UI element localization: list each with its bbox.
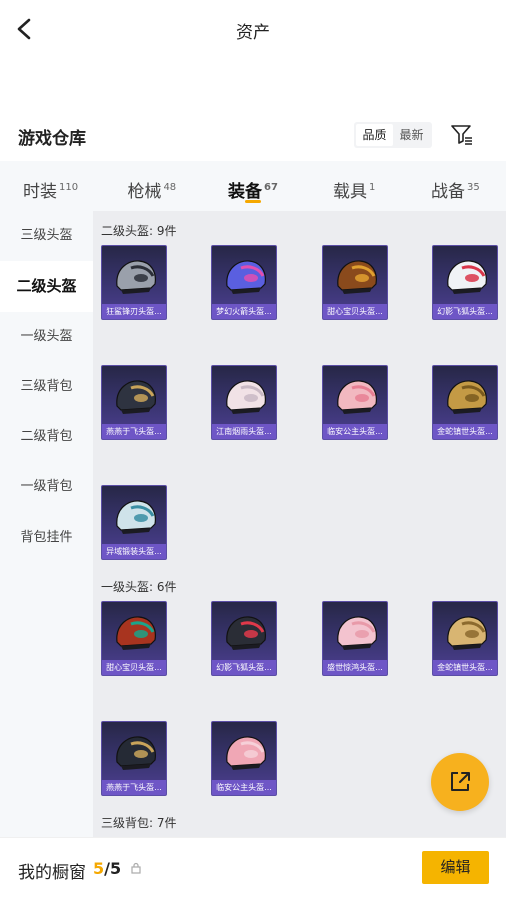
category-tabs: 时装 110 枪械 48 装备 67 载具 1 战备 35 [0, 161, 506, 211]
tab-label: 枪械 [127, 182, 162, 202]
item-card[interactable]: 临安公主头盔... [211, 721, 277, 796]
sidebar-item-4[interactable]: 二级背包 [0, 412, 93, 462]
item-card[interactable]: 金蛇镇世头盔... [432, 601, 498, 676]
item-card[interactable]: 梦幻火箭头盔... [211, 245, 277, 320]
helmet-icon [226, 260, 266, 294]
item-grid: 二级头盔: 9件 狂鲨锋刃头盔... 梦幻火箭头盔... 甜心宝贝头盔... 幻影飞狐头… [93, 211, 506, 837]
item-name: 甜心宝贝头盔... [323, 304, 387, 319]
item-name: 江南烟雨头盔... [212, 424, 276, 439]
helmet-icon [337, 380, 377, 414]
edit-button[interactable]: 编辑 [422, 851, 489, 884]
filter-icon[interactable] [450, 124, 474, 146]
section-title: 一级头盔: 6件 [101, 580, 177, 594]
helmet-icon [116, 616, 156, 650]
tab-1[interactable]: 枪械 48 [101, 161, 202, 211]
tab-label: 战备 [431, 182, 466, 202]
sidebar-item-3[interactable]: 三级背包 [0, 362, 93, 412]
item-name: 盛世惊鸿头盔... [323, 660, 387, 675]
helmet-icon [447, 616, 487, 650]
lock-icon [131, 862, 141, 874]
sort-quality-button[interactable]: 品质 [356, 124, 393, 146]
showcase-label: 我的橱窗 [18, 863, 86, 883]
item-card[interactable]: 燕燕于飞头盔... [101, 365, 167, 440]
item-name: 金蛇镇世头盔... [433, 424, 497, 439]
item-card[interactable]: 狂鲨锋刃头盔... [101, 245, 167, 320]
item-card[interactable]: 金蛇镇世头盔... [432, 365, 498, 440]
tab-count: 67 [264, 182, 278, 193]
item-name: 燕燕于飞头盔... [102, 424, 166, 439]
item-name: 异域锻装头盔... [102, 544, 166, 559]
helmet-icon [447, 260, 487, 294]
subcategory-sidebar: 三级头盔 二级头盔 一级头盔 三级背包 二级背包 一级背包 背包挂件 [0, 211, 93, 837]
item-name: 幻影飞狐头盔... [212, 660, 276, 675]
helmet-icon [226, 616, 266, 650]
tab-count: 35 [467, 182, 480, 193]
tab-label: 装备 [228, 182, 263, 202]
page-title: 资产 [236, 23, 270, 43]
tab-4[interactable]: 战备 35 [405, 161, 506, 211]
item-card[interactable]: 燕燕于飞头盔... [101, 721, 167, 796]
tab-count: 110 [59, 182, 79, 193]
sidebar-item-2[interactable]: 一级头盔 [0, 312, 93, 362]
helmet-icon [337, 616, 377, 650]
sidebar-item-6[interactable]: 背包挂件 [0, 513, 93, 563]
tab-label: 时装 [23, 182, 58, 202]
item-card[interactable]: 幻影飞狐头盔... [432, 245, 498, 320]
item-card[interactable]: 异域锻装头盔... [101, 485, 167, 560]
warehouse-title: 游戏仓库 [18, 129, 86, 149]
tab-0[interactable]: 时装 110 [0, 161, 101, 211]
tab-count: 48 [163, 182, 177, 193]
sort-latest-button[interactable]: 最新 [393, 124, 430, 146]
showcase-count: 5/5 [93, 859, 121, 878]
sort-toggle: 品质 最新 [354, 122, 432, 148]
sidebar-item-0[interactable]: 三级头盔 [0, 211, 93, 261]
helmet-icon [116, 380, 156, 414]
share-icon [451, 772, 470, 791]
showcase-current: 5 [93, 859, 105, 878]
helmet-icon [337, 260, 377, 294]
item-card[interactable]: 幻影飞狐头盔... [211, 601, 277, 676]
showcase-bar: 我的橱窗 5/5 编辑 [0, 837, 506, 897]
share-export-button[interactable] [431, 753, 489, 811]
item-name: 临安公主头盔... [212, 780, 276, 795]
helmet-icon [226, 380, 266, 414]
item-name: 临安公主头盔... [323, 424, 387, 439]
tab-label: 载具 [333, 182, 368, 202]
helmet-icon [116, 736, 156, 770]
helmet-icon [116, 500, 156, 534]
item-card[interactable]: 临安公主头盔... [322, 365, 388, 440]
item-name: 幻影飞狐头盔... [433, 304, 497, 319]
helmet-icon [226, 736, 266, 770]
tab-3[interactable]: 载具 1 [304, 161, 405, 211]
tab-count: 1 [369, 182, 376, 193]
item-name: 梦幻火箭头盔... [212, 304, 276, 319]
helmet-icon [447, 380, 487, 414]
item-card[interactable]: 盛世惊鸿头盔... [322, 601, 388, 676]
section-title: 三级背包: 7件 [101, 816, 177, 830]
active-tab-indicator [245, 200, 261, 203]
item-card[interactable]: 甜心宝贝头盔... [101, 601, 167, 676]
item-name: 狂鲨锋刃头盔... [102, 304, 166, 319]
item-name: 甜心宝贝头盔... [102, 660, 166, 675]
sidebar-item-5[interactable]: 一级背包 [0, 462, 93, 512]
item-name: 金蛇镇世头盔... [433, 660, 497, 675]
sidebar-item-1[interactable]: 二级头盔 [0, 261, 93, 312]
item-name: 燕燕于飞头盔... [102, 780, 166, 795]
item-card[interactable]: 甜心宝贝头盔... [322, 245, 388, 320]
section-title: 二级头盔: 9件 [101, 224, 177, 238]
top-nav-bar: 资产 [0, 0, 506, 60]
tab-2[interactable]: 装备 67 [202, 161, 303, 211]
showcase-total: /5 [104, 859, 122, 878]
item-card[interactable]: 江南烟雨头盔... [211, 365, 277, 440]
helmet-icon [116, 260, 156, 294]
